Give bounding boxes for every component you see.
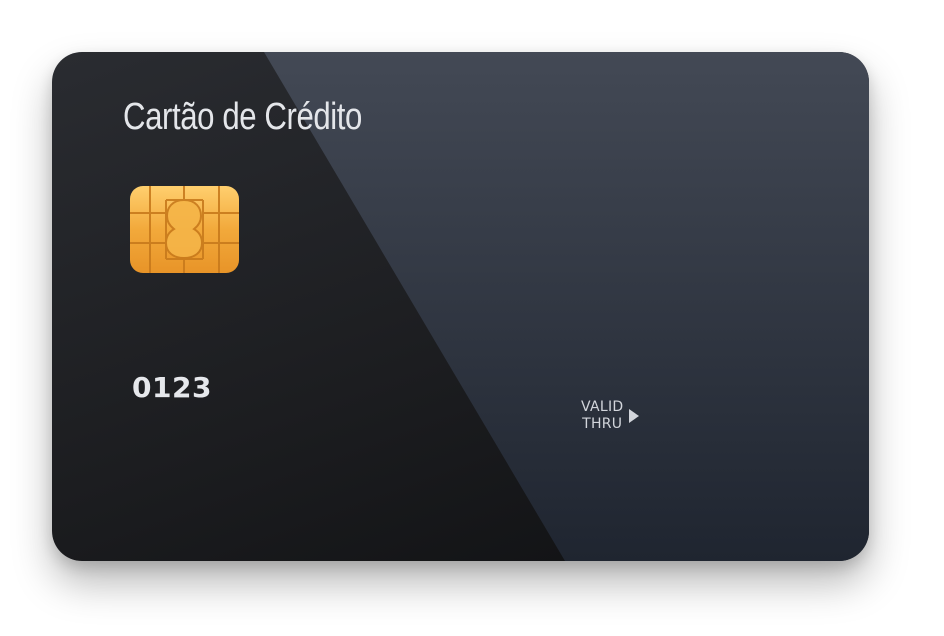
- card-number: 0123: [132, 371, 212, 404]
- triangle-right-icon: [629, 409, 640, 423]
- credit-card: Cartão de Crédito 0123 VALID THRU: [52, 52, 869, 561]
- page: Cartão de Crédito 0123 VALID THRU: [0, 0, 944, 636]
- thru-label: THRU: [582, 416, 623, 432]
- emv-chip-icon: [130, 186, 239, 273]
- valid-thru-label: VALID THRU: [581, 399, 640, 433]
- valid-label: VALID: [581, 399, 624, 415]
- card-title: Cartão de Crédito: [123, 96, 362, 138]
